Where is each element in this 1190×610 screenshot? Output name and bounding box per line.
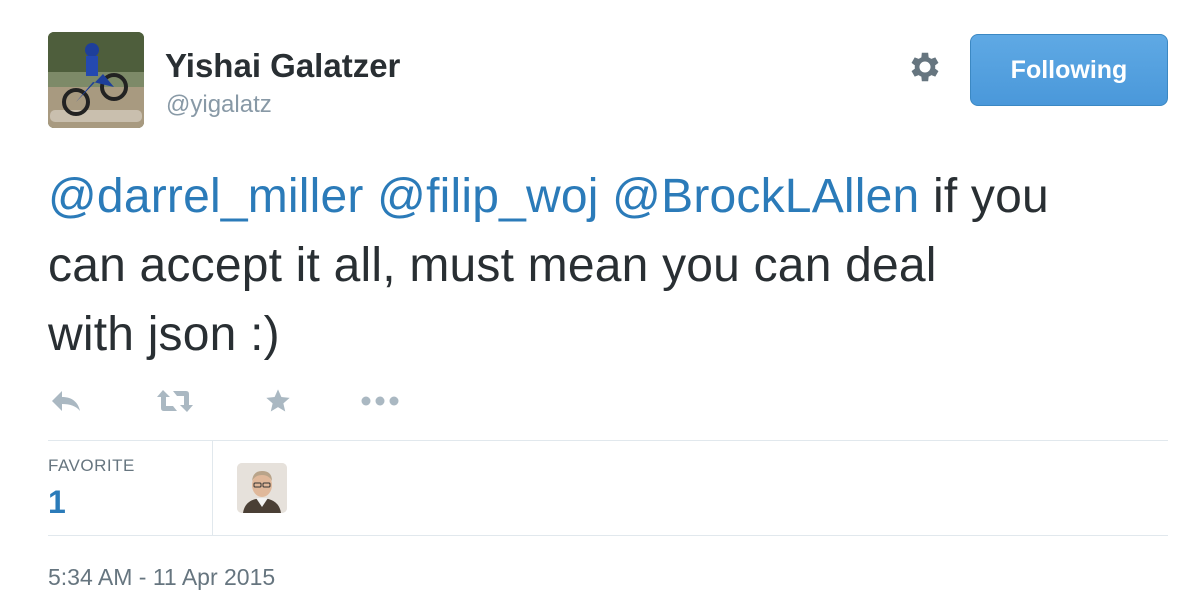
following-button[interactable]: Following	[970, 34, 1168, 106]
favoriter-avatar-image	[237, 463, 287, 513]
favorite-count[interactable]: 1	[48, 484, 66, 521]
tweet-text-part: if you	[919, 170, 1049, 223]
user-avatar[interactable]	[48, 32, 144, 128]
divider	[48, 440, 1168, 441]
screen-name[interactable]: @yigalatz	[166, 90, 272, 120]
stats-separator	[212, 441, 213, 535]
mention-link[interactable]: @filip_woj	[377, 170, 598, 223]
display-name[interactable]: Yishai Galatzer	[165, 46, 400, 86]
reply-icon[interactable]	[50, 383, 82, 419]
mention-link[interactable]: @darrel_miller	[48, 170, 364, 223]
tweet-text-part: with json :)	[48, 308, 280, 361]
divider	[48, 535, 1168, 536]
tweet-text: @darrel_miller @filip_woj @BrockLAllen i…	[48, 162, 1168, 369]
gear-icon[interactable]	[906, 48, 944, 86]
tweet-timestamp[interactable]: 5:34 AM - 11 Apr 2015	[48, 564, 275, 591]
favorite-label: FAVORITE	[48, 456, 135, 475]
tweet-text-part: can accept it all, must mean you can dea…	[48, 239, 937, 292]
mention-link[interactable]: @BrockLAllen	[612, 170, 919, 223]
retweet-icon[interactable]	[155, 383, 195, 419]
more-icon[interactable]	[360, 383, 400, 419]
favoriter-avatar[interactable]	[237, 463, 287, 513]
avatar-image	[48, 32, 144, 128]
star-icon[interactable]	[263, 383, 293, 419]
